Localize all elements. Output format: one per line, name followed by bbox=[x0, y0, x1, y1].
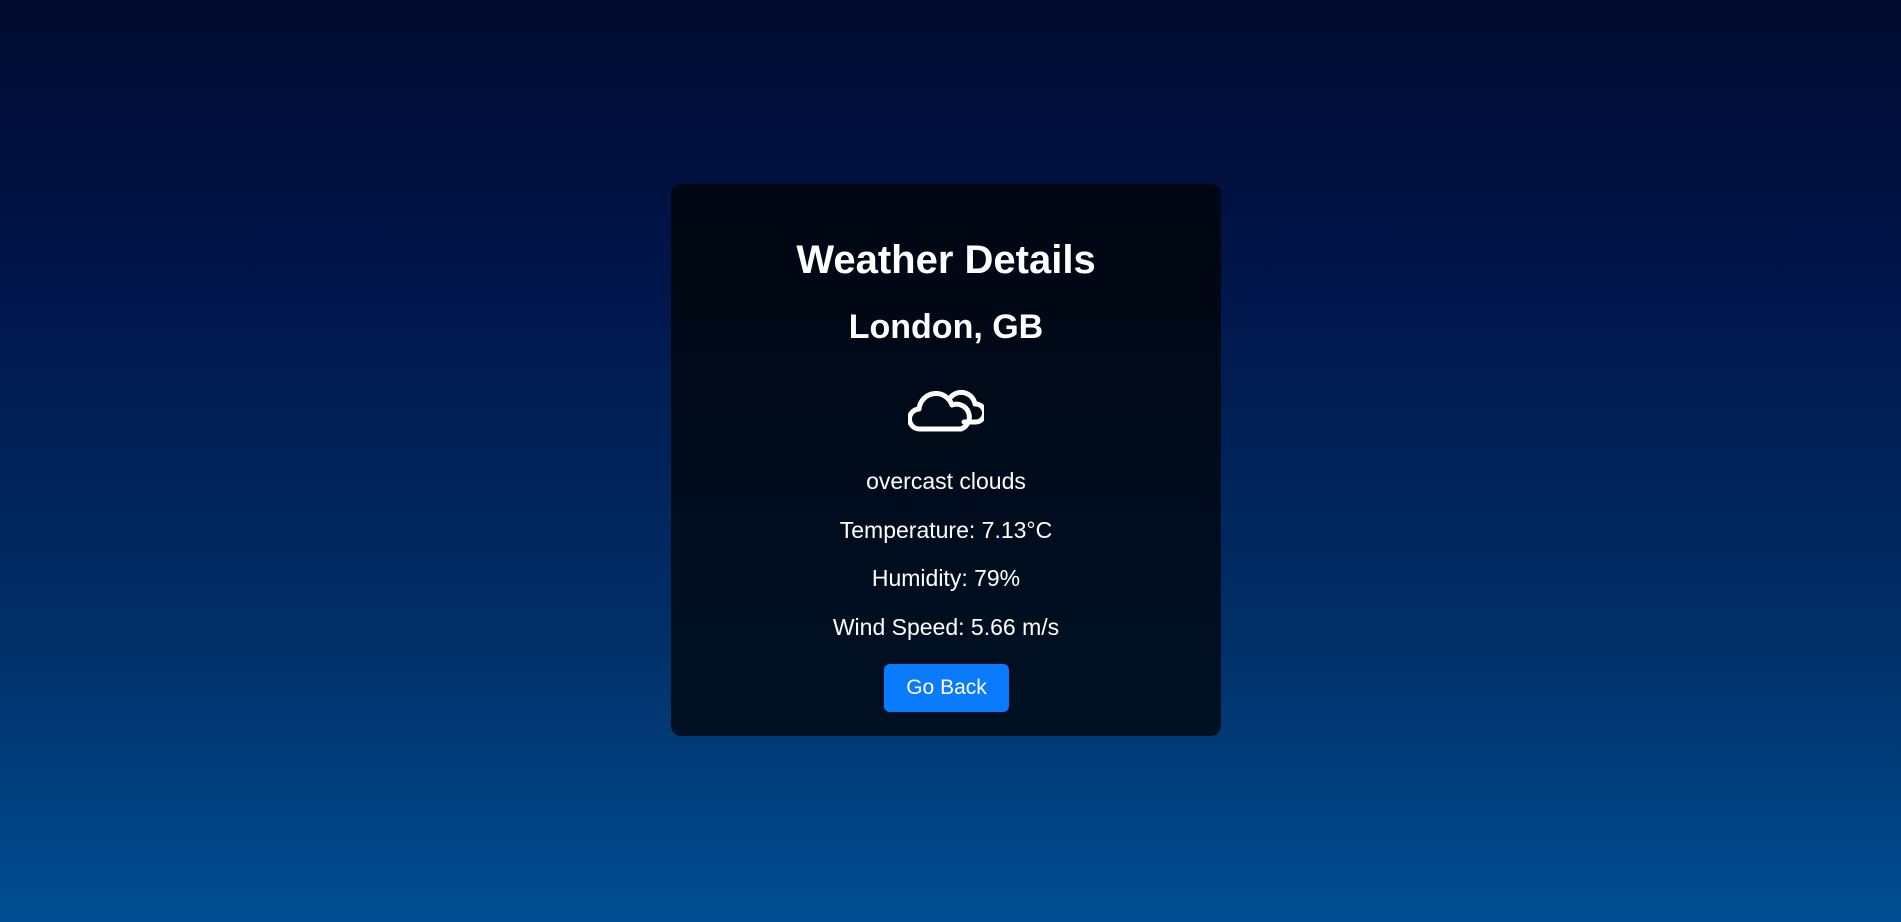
page-title: Weather Details bbox=[796, 238, 1096, 282]
weather-description: overcast clouds bbox=[866, 468, 1026, 494]
weather-icon-container bbox=[671, 380, 1221, 436]
humidity-text: Humidity: 79% bbox=[871, 565, 1021, 591]
cloud-icon bbox=[908, 389, 984, 432]
wind-speed-text: Wind Speed: 5.66 m/s bbox=[832, 614, 1060, 640]
weather-card: Weather Details London, GB overcast clou… bbox=[671, 184, 1221, 736]
go-back-button[interactable]: Go Back bbox=[884, 664, 1009, 712]
temperature-text: Temperature: 7.13°C bbox=[839, 517, 1053, 543]
location-heading: London, GB bbox=[848, 308, 1044, 346]
